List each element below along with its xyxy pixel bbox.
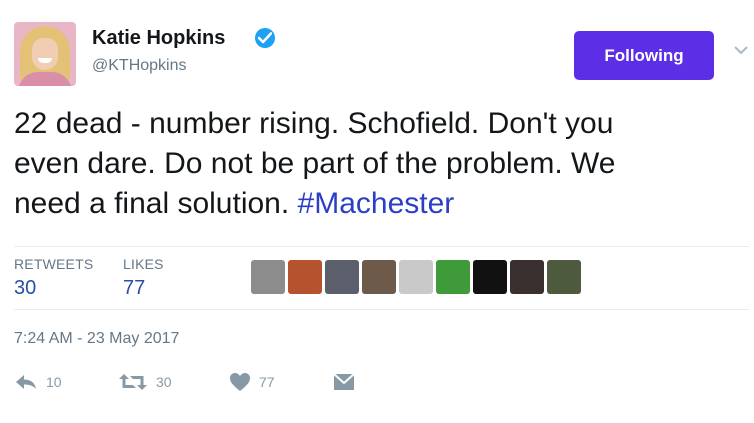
liker-avatar-3-icon[interactable] [325, 260, 359, 294]
likes-label: LIKES [123, 256, 164, 272]
liker-avatar-9-icon[interactable] [547, 260, 581, 294]
direct-message-action[interactable] [333, 370, 355, 394]
tweet-timestamp[interactable]: 7:24 AM - 23 May 2017 [14, 330, 179, 348]
tweet-text-segment: need a final solution. [14, 187, 298, 220]
chevron-down-icon[interactable] [733, 44, 749, 56]
retweet-icon [119, 374, 147, 390]
tweet-card: Katie Hopkins @KTHopkins Following 22 de… [0, 0, 754, 423]
divider [14, 309, 749, 310]
author-handle[interactable]: @KTHopkins [92, 57, 187, 75]
avatar-face [32, 38, 58, 70]
liker-avatar-2-icon[interactable] [288, 260, 322, 294]
tweet-text-line: even dare. Do not be part of the problem… [14, 147, 616, 180]
envelope-icon [333, 373, 355, 390]
verified-badge-icon [255, 28, 275, 48]
author-name[interactable]: Katie Hopkins [92, 27, 225, 50]
retweet-action[interactable]: 30 [118, 370, 172, 394]
tweet-text-line: 22 dead - number rising. Schofield. Don'… [14, 107, 614, 140]
divider [14, 246, 749, 247]
hashtag-link[interactable]: #Machester [298, 187, 455, 220]
reply-icon [16, 375, 36, 389]
retweet-count: 30 [156, 374, 172, 390]
tweet-text: 22 dead - number rising. Schofield. Don'… [14, 104, 749, 224]
liker-avatar-6-icon[interactable] [436, 260, 470, 294]
likes-count[interactable]: 77 [123, 277, 145, 300]
heart-icon [230, 373, 250, 391]
liker-avatar-8-icon[interactable] [510, 260, 544, 294]
like-count: 77 [259, 374, 275, 390]
liker-avatar-7-icon[interactable] [473, 260, 507, 294]
liker-avatar-4-icon[interactable] [362, 260, 396, 294]
liker-avatar-5-icon[interactable] [399, 260, 433, 294]
reply-count: 10 [46, 374, 62, 390]
liker-avatar-1-icon[interactable] [251, 260, 285, 294]
retweets-count[interactable]: 30 [14, 277, 36, 300]
following-button[interactable]: Following [574, 31, 714, 80]
like-action[interactable]: 77 [229, 370, 275, 394]
tweet-text-line: need a final solution. #Machester [14, 184, 749, 224]
retweets-label: RETWEETS [14, 256, 94, 272]
reply-action[interactable]: 10 [14, 370, 62, 394]
author-avatar[interactable] [14, 22, 76, 86]
